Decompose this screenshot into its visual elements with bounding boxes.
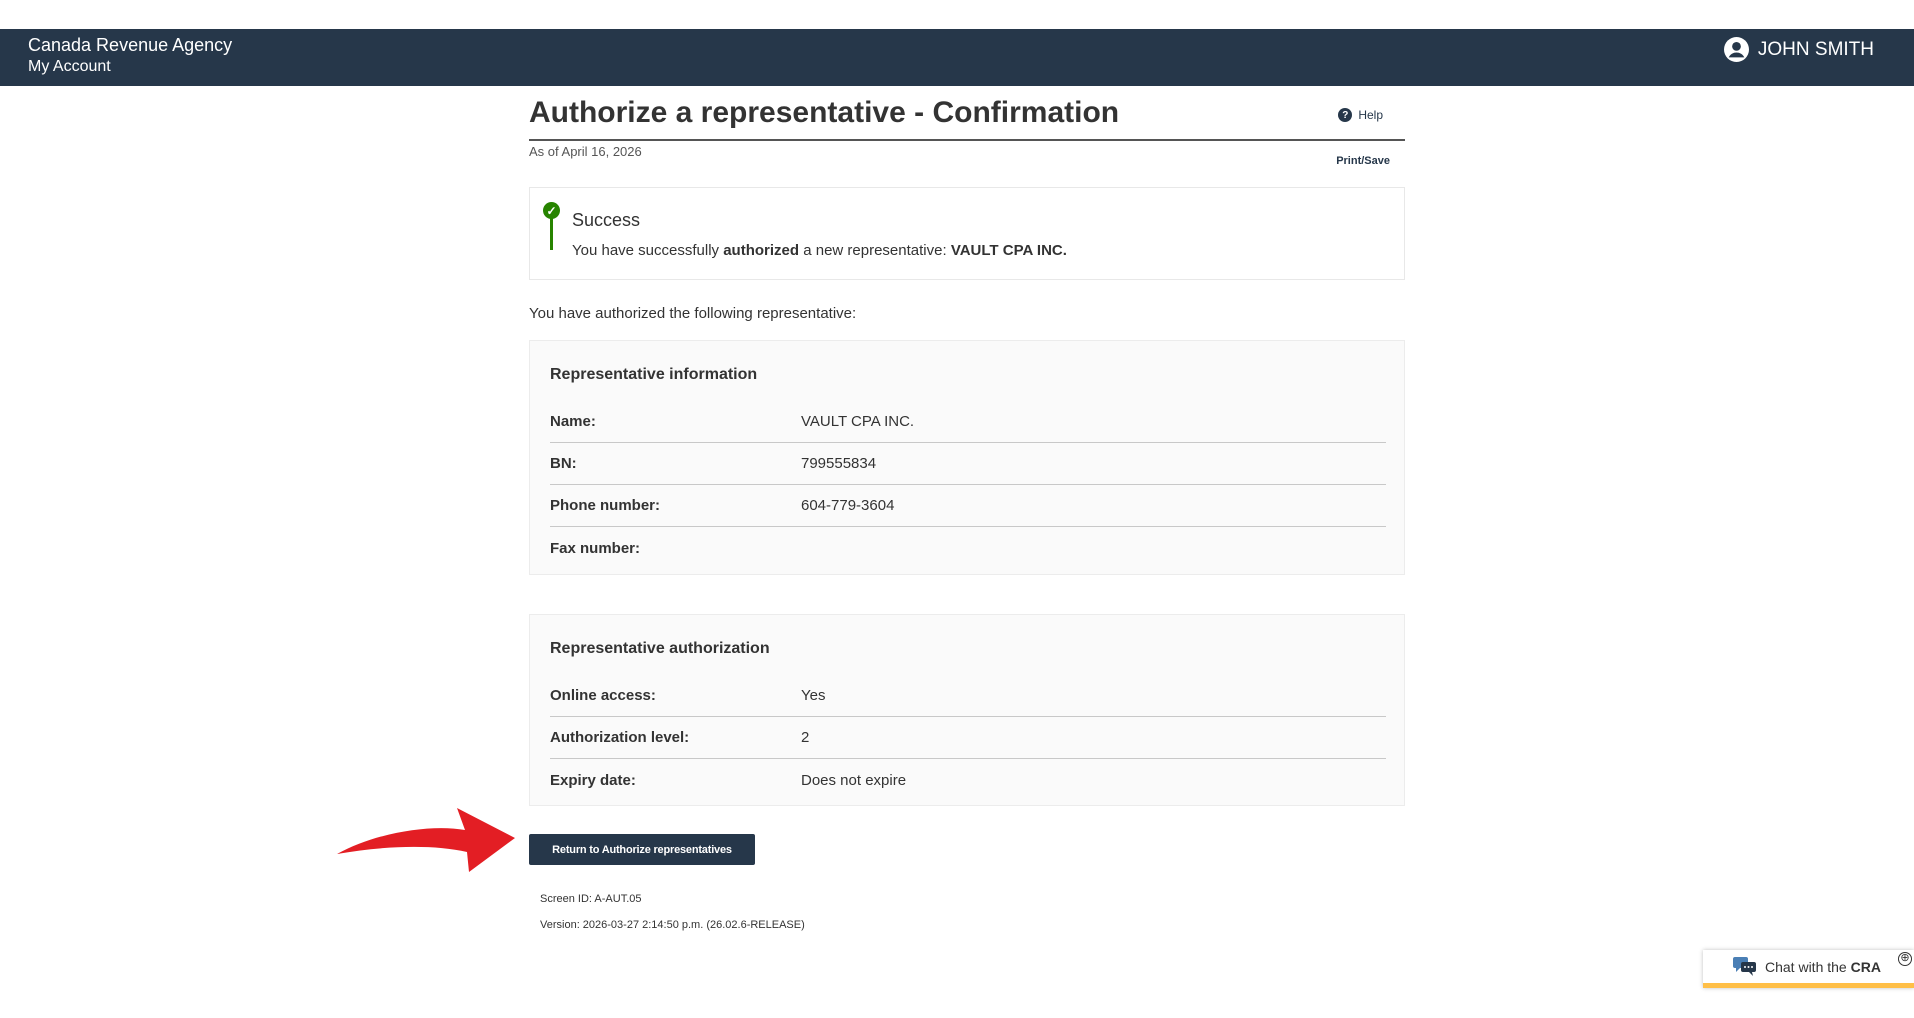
user-circle-icon [1723,37,1749,62]
chat-label-text: Chat with the [1765,958,1851,975]
intro-text: You have authorized the following repres… [529,305,857,322]
row-label: Online access: [550,687,656,704]
success-alert: ✓ Success You have successfully authoriz… [529,187,1405,280]
representative-authorization-card: Representative authorization Online acce… [529,614,1405,806]
user-name: JOHN SMITH [1757,38,1874,60]
print-save-link[interactable]: Print/Save [1336,155,1390,167]
representative-info-card: Representative information Name: VAULT C… [529,340,1405,575]
row-label: Fax number: [550,539,641,557]
row-value: VAULT CPA INC. [801,413,915,430]
row-value: Does not expire [801,771,907,789]
agency-name: Canada Revenue Agency [28,35,233,55]
row-value: 799555834 [801,455,877,472]
red-arrow-annotation [337,808,515,872]
version-info: Version: 2026-03-27 2:14:50 p.m. (26.02.… [540,919,805,931]
auth-rows: Online access: Yes Authorization level: … [550,675,1386,801]
info-row-fax: Fax number: [550,527,1386,569]
card-title: Representative authorization [550,640,770,657]
card-title: Representative information [550,366,758,383]
row-label: BN: [550,455,577,472]
help-link[interactable]: ? Help [1338,108,1383,122]
row-label: Authorization level: [550,729,690,746]
row-label: Phone number: [550,497,661,514]
screen-id: Screen ID: A-AUT.05 [540,893,642,905]
representative-name-emphasis: VAULT CPA INC. [950,242,1067,259]
site-header: Canada Revenue Agency My Account JOHN SM… [0,29,1914,86]
alert-message-text: a new representative: [799,242,951,259]
info-row-bn: BN: 799555834 [550,443,1386,485]
user-menu[interactable]: JOHN SMITH [1723,37,1874,62]
my-account-link[interactable]: My Account [28,57,111,77]
expand-icon[interactable]: ⊕ [1898,952,1912,966]
alert-accent-bar [550,218,553,250]
auth-row-online-access: Online access: Yes [550,675,1386,717]
chat-bubbles-icon [1733,956,1756,976]
auth-row-expiry: Expiry date: Does not expire [550,759,1386,801]
info-row-phone: Phone number: 604-779-3604 [550,485,1386,527]
row-value: 604-779-3604 [801,497,895,514]
alert-message-emphasis: authorized [723,242,800,259]
chat-label: Chat with the CRA [1765,959,1881,975]
return-to-authorize-representatives-button[interactable]: Return to Authorize representatives [529,834,755,865]
alert-heading: Success [572,210,641,230]
alert-message: You have successfully authorized a new r… [572,242,1067,259]
as-of-date: As of April 16, 2026 [529,144,642,159]
check-circle-icon: ✓ [543,202,560,219]
info-rows: Name: VAULT CPA INC. BN: 799555834 Phone… [550,401,1386,569]
auth-row-level: Authorization level: 2 [550,717,1386,759]
row-label: Expiry date: [550,771,636,789]
row-value: 2 [801,729,810,746]
row-value: Yes [801,687,826,704]
question-circle-icon: ? [1338,108,1353,122]
info-row-name: Name: VAULT CPA INC. [550,401,1386,443]
chat-with-cra-button[interactable]: Chat with the CRA ⊕ [1703,950,1914,988]
help-label: Help [1358,108,1383,122]
chat-label-emphasis: CRA [1850,958,1881,975]
title-divider [529,139,1405,141]
page-title: Authorize a representative - Confirmatio… [529,96,1120,129]
alert-message-text: You have successfully [572,242,724,259]
row-label: Name: [550,413,596,430]
